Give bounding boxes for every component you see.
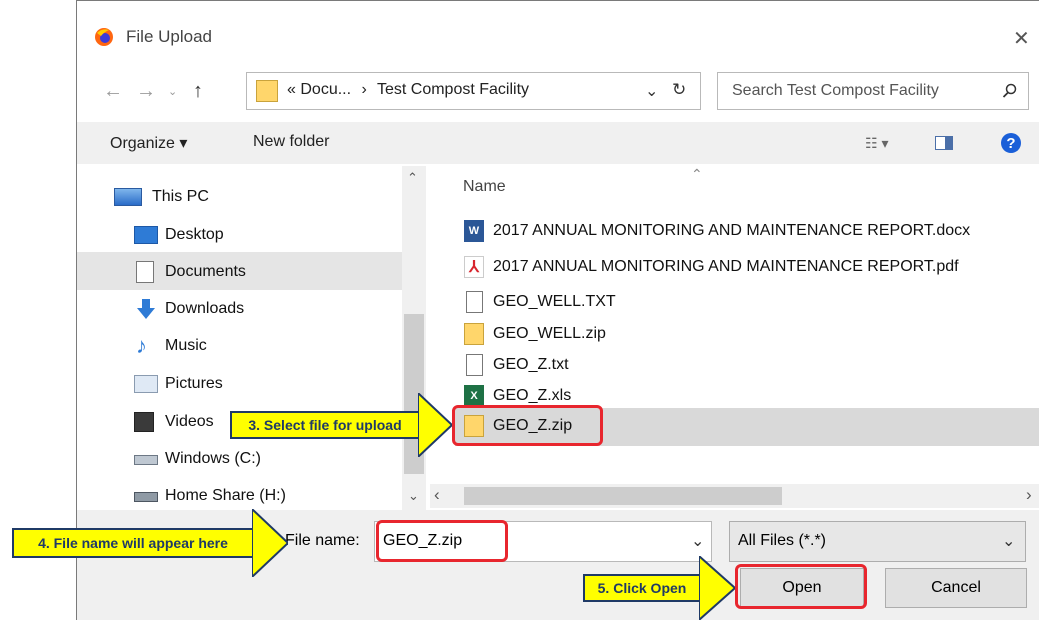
filename-dropdown-icon[interactable]: ⌄: [691, 531, 704, 551]
callout-arrow-icon: [252, 509, 288, 577]
selected-file-highlight: [452, 405, 603, 446]
filename-highlight: [376, 520, 508, 562]
list-item[interactable]: ⅄ 2017 ANNUAL MONITORING AND MAINTENANCE…: [464, 255, 1039, 281]
file-name: GEO_WELL.zip: [493, 325, 606, 342]
download-arrow-icon: [134, 297, 158, 321]
text-file-icon: [466, 354, 483, 376]
desktop-folder-icon: [134, 226, 158, 244]
callout-filename-label: 4. File name will appear here: [12, 528, 254, 558]
zip-folder-icon: [464, 323, 484, 345]
callout-select-file-label: 3. Select file for upload: [230, 411, 420, 439]
monitor-icon: [114, 188, 142, 206]
sidebar-scrollbar[interactable]: ⌃ ⌄: [402, 166, 426, 511]
sidebar-item-label: Videos: [165, 413, 214, 430]
filetype-value: All Files (*.*): [738, 532, 827, 549]
sidebar-item-music[interactable]: ♪ Music: [134, 334, 394, 360]
text-file-icon: [466, 291, 483, 313]
sidebar-item-documents[interactable]: Documents: [134, 260, 394, 286]
preview-pane-icon[interactable]: [935, 136, 953, 150]
open-button-highlight: [735, 564, 867, 609]
address-bar[interactable]: « Docu... › Test Compost Facility ⌄ ↻: [246, 72, 701, 110]
excel-icon: X: [464, 385, 484, 407]
sidebar-item-label: Desktop: [165, 226, 224, 243]
word-doc-icon: W: [464, 220, 484, 242]
drive-icon: [134, 455, 158, 465]
sidebar-item-downloads[interactable]: Downloads: [134, 297, 394, 323]
organize-button[interactable]: Organize ▾: [110, 133, 187, 153]
pictures-icon: [134, 375, 158, 393]
sidebar-item-label: This PC: [152, 188, 209, 205]
filetype-select[interactable]: All Files (*.*) ⌄: [729, 521, 1026, 562]
sidebar-item-this-pc[interactable]: This PC: [114, 185, 394, 211]
sidebar-item-label: Home Share (H:): [165, 487, 286, 504]
callout-click-open-label: 5. Click Open: [583, 574, 701, 602]
sidebar-item-label: Music: [165, 337, 207, 354]
refresh-icon[interactable]: ↻: [672, 80, 686, 100]
hscroll-thumb[interactable]: [464, 487, 782, 505]
up-arrow-icon[interactable]: ↑: [193, 80, 203, 103]
sort-arrow-icon: ⌃: [691, 166, 703, 182]
forward-arrow-icon[interactable]: →: [136, 80, 156, 103]
pdf-icon: ⅄: [464, 256, 484, 278]
new-folder-button[interactable]: New folder: [253, 133, 329, 151]
callout-arrow-icon: [699, 556, 735, 620]
back-arrow-icon[interactable]: ←: [103, 80, 123, 103]
search-icon: [1002, 83, 1018, 99]
callout-filename: 4. File name will appear here: [12, 509, 288, 577]
search-placeholder: Search Test Compost Facility: [732, 82, 939, 99]
sidebar-item-label: Documents: [165, 263, 246, 280]
column-header-name[interactable]: Name: [463, 178, 506, 196]
sidebar-item-home-share[interactable]: Home Share (H:): [134, 484, 394, 510]
file-name: GEO_Z.xls: [493, 387, 572, 404]
breadcrumb-chevron: «: [287, 81, 296, 98]
network-drive-icon: [134, 492, 158, 502]
filetype-dropdown-icon: ⌄: [1002, 533, 1016, 550]
file-name: 2017 ANNUAL MONITORING AND MAINTENANCE R…: [493, 258, 959, 275]
sidebar-item-videos[interactable]: Videos: [134, 410, 234, 436]
folder-icon: [256, 80, 278, 102]
scroll-left-icon[interactable]: ‹: [434, 485, 440, 505]
scroll-right-icon[interactable]: ›: [1026, 485, 1032, 505]
close-button[interactable]: ✕: [1013, 26, 1030, 51]
videos-icon: [134, 412, 154, 432]
help-icon[interactable]: ?: [1001, 133, 1021, 153]
window-title: File Upload: [126, 27, 212, 46]
command-bar: [77, 122, 1039, 164]
file-name: GEO_Z.txt: [493, 356, 569, 373]
callout-click-open: 5. Click Open: [583, 556, 735, 620]
list-item[interactable]: GEO_WELL.TXT: [464, 290, 1039, 316]
breadcrumb-documents[interactable]: Docu...: [300, 81, 351, 98]
search-box[interactable]: Search Test Compost Facility: [717, 72, 1029, 110]
sidebar-item-desktop[interactable]: Desktop: [134, 223, 394, 249]
callout-select-file: 3. Select file for upload: [230, 393, 452, 457]
view-options-icon[interactable]: ☷ ▾: [865, 135, 888, 152]
list-item[interactable]: W 2017 ANNUAL MONITORING AND MAINTENANCE…: [464, 219, 1039, 245]
sidebar-item-label: Downloads: [165, 300, 245, 317]
breadcrumb: « Docu... › Test Compost Facility: [287, 81, 529, 99]
firefox-icon: [94, 27, 114, 47]
filename-label: File name:: [285, 532, 360, 549]
breadcrumb-separator: ›: [361, 81, 367, 98]
recent-dropdown-icon[interactable]: ⌄: [168, 85, 177, 98]
scroll-up-icon[interactable]: ⌃: [407, 170, 418, 186]
sidebar-item-label: Pictures: [165, 375, 223, 392]
breadcrumb-current-folder[interactable]: Test Compost Facility: [377, 81, 529, 98]
file-list-hscrollbar[interactable]: ‹ ›: [430, 484, 1039, 508]
list-item[interactable]: GEO_Z.txt: [464, 353, 1039, 379]
music-note-icon: ♪: [136, 333, 147, 358]
file-name: GEO_WELL.TXT: [493, 293, 616, 310]
cancel-button[interactable]: Cancel: [885, 568, 1027, 608]
callout-arrow-icon: [418, 393, 452, 457]
documents-icon: [136, 261, 154, 283]
file-name: 2017 ANNUAL MONITORING AND MAINTENANCE R…: [493, 222, 971, 239]
address-dropdown-icon[interactable]: ⌄: [645, 81, 658, 101]
list-item[interactable]: GEO_WELL.zip: [464, 322, 1039, 348]
scroll-down-icon[interactable]: ⌄: [408, 488, 419, 504]
